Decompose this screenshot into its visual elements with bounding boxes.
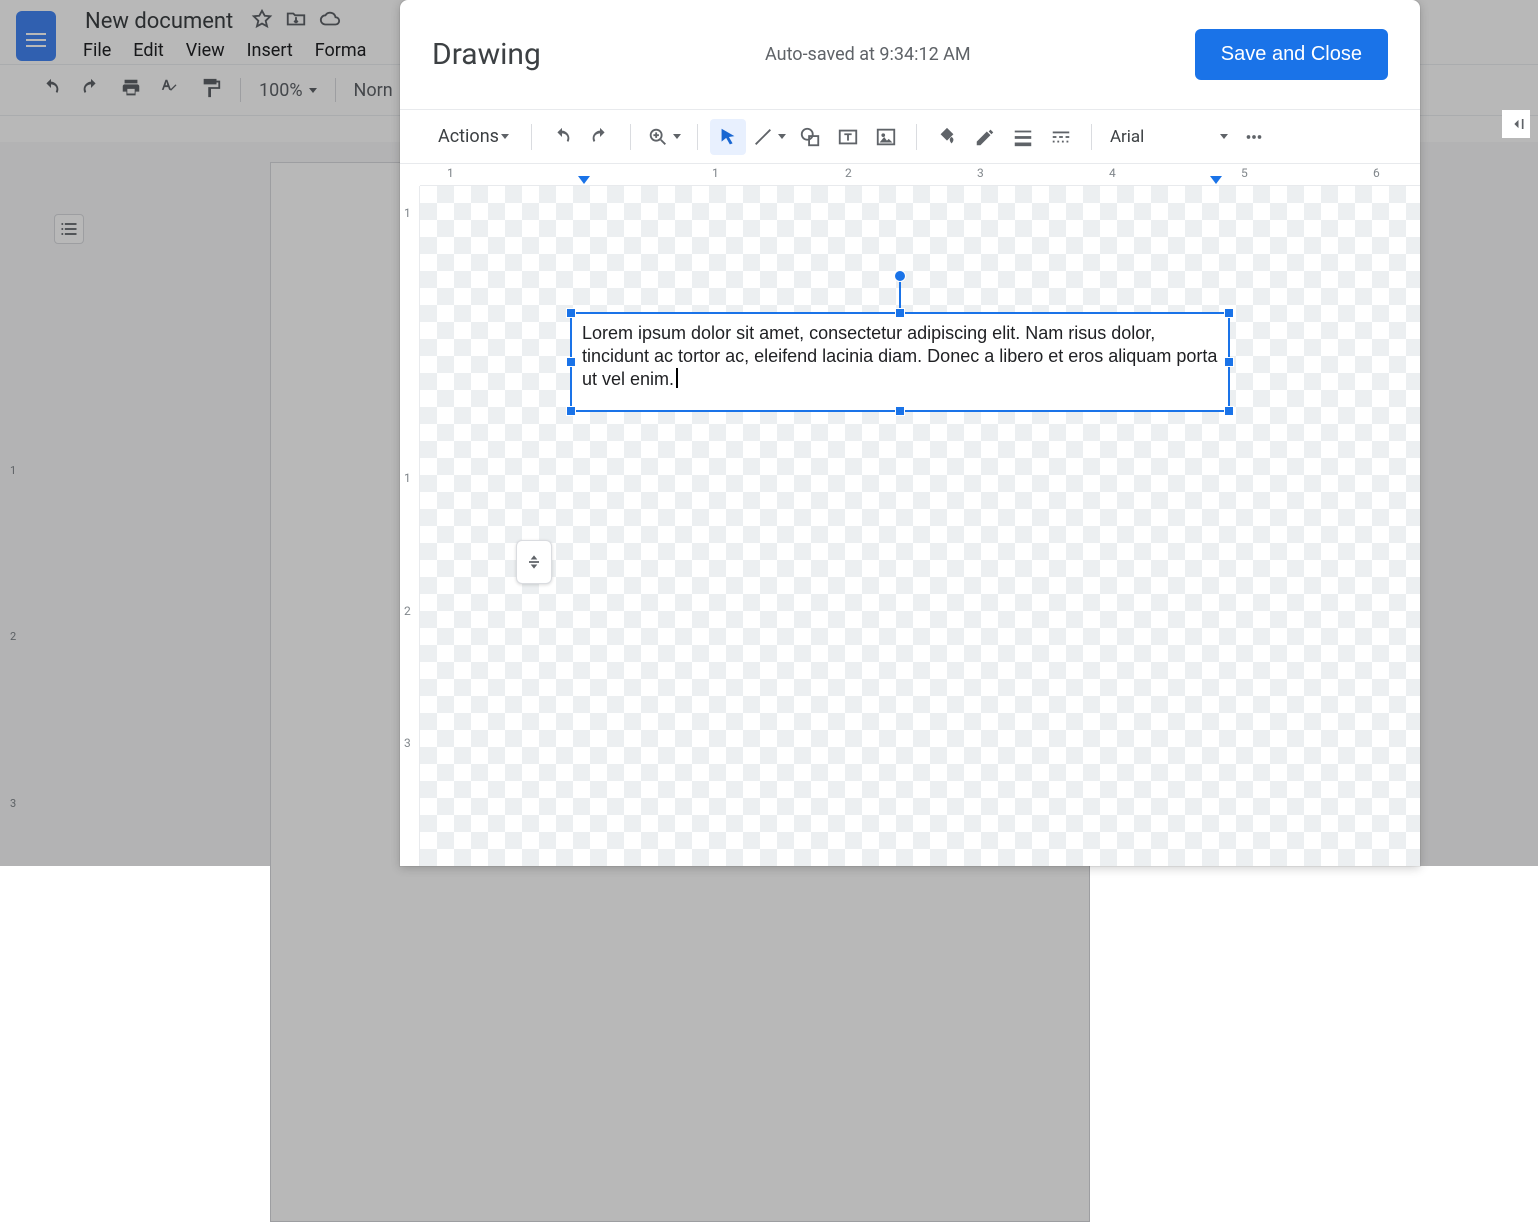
outline-toggle-icon[interactable] bbox=[54, 214, 84, 244]
resize-handle-n[interactable] bbox=[895, 308, 905, 318]
document-title[interactable]: New document bbox=[81, 7, 237, 36]
text-cursor bbox=[676, 368, 678, 388]
spellcheck-icon[interactable] bbox=[160, 77, 182, 104]
star-icon[interactable] bbox=[251, 8, 273, 35]
border-weight-button[interactable] bbox=[1005, 119, 1041, 155]
resize-handle-w[interactable] bbox=[566, 357, 576, 367]
font-select[interactable]: Arial bbox=[1104, 127, 1234, 147]
move-to-folder-icon[interactable] bbox=[285, 8, 307, 35]
redo-icon[interactable] bbox=[80, 77, 102, 104]
zoom-button[interactable] bbox=[643, 119, 685, 155]
textbox-tool[interactable] bbox=[830, 119, 866, 155]
selected-textbox[interactable]: Lorem ipsum dolor sit amet, consectetur … bbox=[570, 312, 1230, 412]
resize-handle-e[interactable] bbox=[1224, 357, 1234, 367]
menu-edit[interactable]: Edit bbox=[133, 40, 163, 61]
actions-menu[interactable]: Actions bbox=[428, 119, 519, 155]
fill-color-button[interactable] bbox=[929, 119, 965, 155]
resize-handle-sw[interactable] bbox=[566, 406, 576, 416]
dialog-title: Drawing bbox=[432, 37, 541, 72]
cloud-status-icon[interactable] bbox=[319, 8, 341, 35]
more-options-button[interactable] bbox=[1236, 119, 1272, 155]
line-tool[interactable] bbox=[748, 119, 790, 155]
resize-handle-nw[interactable] bbox=[566, 308, 576, 318]
style-select[interactable]: Norn bbox=[354, 80, 393, 101]
menu-insert[interactable]: Insert bbox=[247, 40, 293, 61]
resize-handle-se[interactable] bbox=[1224, 406, 1234, 416]
redo-button[interactable] bbox=[582, 119, 618, 155]
rotation-line bbox=[899, 278, 901, 308]
textbox-content[interactable]: Lorem ipsum dolor sit amet, consectetur … bbox=[572, 314, 1228, 399]
resize-handle-s[interactable] bbox=[895, 406, 905, 416]
undo-icon[interactable] bbox=[40, 77, 62, 104]
drawing-canvas[interactable]: Lorem ipsum dolor sit amet, consectetur … bbox=[420, 186, 1420, 866]
drawing-toolbar: Actions Arial bbox=[400, 110, 1420, 164]
paint-format-icon[interactable] bbox=[200, 77, 222, 104]
docs-logo-icon bbox=[16, 11, 56, 61]
image-tool[interactable] bbox=[868, 119, 904, 155]
ruler-indent-marker[interactable] bbox=[578, 176, 590, 184]
border-color-button[interactable] bbox=[967, 119, 1003, 155]
zoom-select[interactable]: 100% bbox=[259, 80, 317, 101]
select-tool[interactable] bbox=[710, 119, 746, 155]
hide-sidepanel-icon[interactable] bbox=[1502, 110, 1530, 138]
rotation-handle[interactable] bbox=[894, 270, 906, 282]
vertical-ruler: 1 1 2 3 bbox=[400, 186, 420, 866]
save-and-close-button[interactable]: Save and Close bbox=[1195, 29, 1388, 80]
print-icon[interactable] bbox=[120, 77, 142, 104]
undo-button[interactable] bbox=[544, 119, 580, 155]
ruler-right-marker[interactable] bbox=[1210, 176, 1222, 184]
autofit-toggle[interactable] bbox=[516, 540, 552, 584]
horizontal-ruler: 1 1 2 3 4 5 6 bbox=[420, 164, 1420, 186]
menu-format[interactable]: Forma bbox=[315, 40, 367, 61]
menu-file[interactable]: File bbox=[83, 40, 111, 61]
shape-tool[interactable] bbox=[792, 119, 828, 155]
resize-handle-ne[interactable] bbox=[1224, 308, 1234, 318]
drawing-dialog: Drawing Auto-saved at 9:34:12 AM Save an… bbox=[400, 0, 1420, 866]
autosave-status: Auto-saved at 9:34:12 AM bbox=[541, 44, 1195, 65]
border-dash-button[interactable] bbox=[1043, 119, 1079, 155]
menu-view[interactable]: View bbox=[186, 40, 225, 61]
